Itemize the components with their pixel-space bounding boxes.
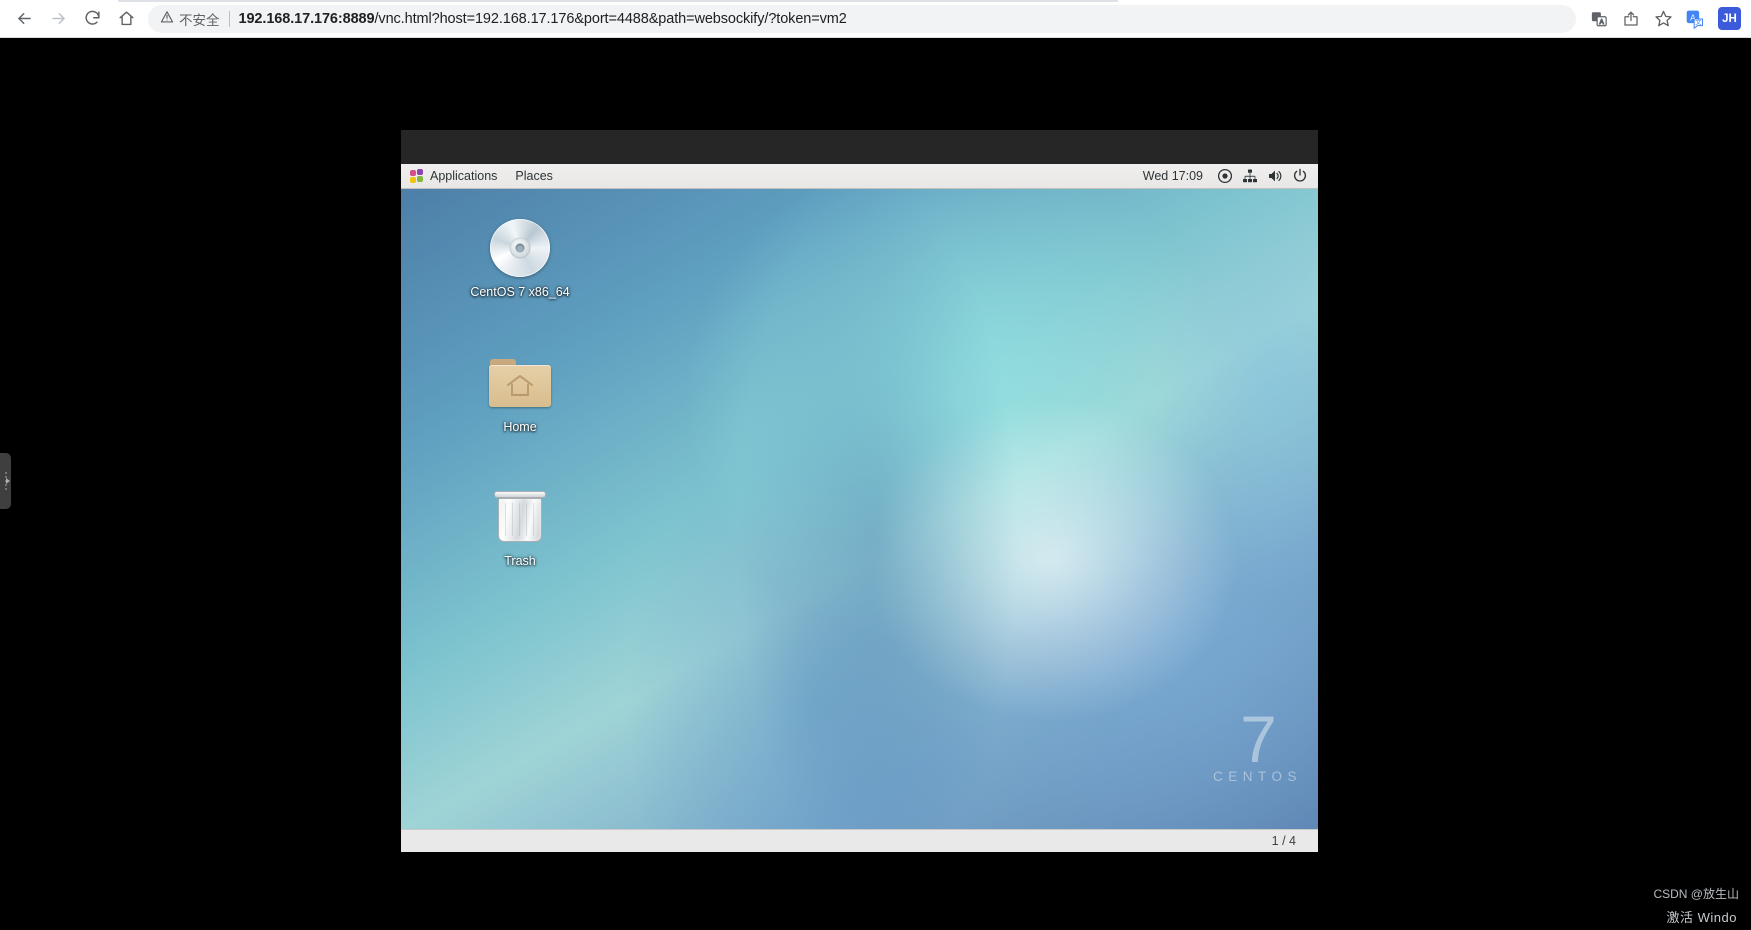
novnc-page: Applications Places Wed 17:09 7 CENTOS C… [0,38,1751,930]
gnome-applications-icon [410,169,424,183]
omnibox-divider [228,10,230,27]
network-icon[interactable] [1242,168,1258,184]
csdn-watermark: CSDN @放生山 [1653,887,1739,901]
forward-icon[interactable] [42,3,74,35]
back-icon[interactable] [8,3,40,35]
url-host: 192.168.17.176:8889 [238,10,375,27]
trash-can-icon [487,484,553,550]
home-folder-icon [487,350,553,416]
desktop-icon-trash[interactable]: Trash [468,484,572,568]
desktop-icon-home[interactable]: Home [468,350,572,434]
volume-icon[interactable] [1267,168,1283,184]
profile-avatar[interactable]: JH [1718,7,1741,30]
vnc-canvas[interactable]: Applications Places Wed 17:09 7 CENTOS C… [401,130,1318,852]
chevron-right-icon [6,478,10,484]
novnc-control-bar-handle[interactable] [0,453,11,509]
desktop-icon-label: Home [503,420,537,434]
cd-disc-icon [487,215,553,281]
centos-watermark-word: CENTOS [1212,769,1302,784]
svg-text:文: 文 [1695,17,1702,26]
home-icon[interactable] [110,3,142,35]
share-icon[interactable] [1616,4,1646,34]
gnome-top-panel: Applications Places Wed 17:09 [401,164,1318,189]
security-status[interactable]: 不安全 [160,9,220,29]
panel-status-area: Wed 17:09 [1143,164,1318,189]
translate-page-icon[interactable]: 文 A [1584,4,1614,34]
universal-access-icon[interactable] [1217,168,1233,184]
browser-toolbar: 不安全 192.168.17.176:8889/vnc.html?host=19… [0,0,1751,38]
centos-watermark: 7 CENTOS [1212,701,1302,784]
panel-left-group: Applications Places [401,164,562,189]
panel-clock[interactable]: Wed 17:09 [1143,169,1203,183]
svg-text:A: A [1600,18,1605,25]
applications-menu[interactable]: Applications [401,164,506,189]
tab-strip-stub[interactable] [118,0,1118,2]
translate-extension-icon[interactable]: A 文 [1680,4,1710,34]
windows-activation-watermark: 激活 Windo [1666,910,1737,925]
gnome-desktop[interactable]: 7 CENTOS CentOS 7 x86_64 Home Trash [401,189,1318,829]
address-bar[interactable]: 不安全 192.168.17.176:8889/vnc.html?host=19… [148,4,1576,33]
toolbar-right-actions: 文 A A 文 JH [1584,4,1751,34]
security-label: 不安全 [179,12,220,28]
warning-triangle-icon [160,10,174,27]
navigation-buttons [0,3,142,35]
url-path: /vnc.html?host=192.168.17.176&port=4488&… [374,10,847,27]
desktop-icon-label: Trash [504,554,536,568]
centos-watermark-number: 7 [1240,701,1277,776]
novnc-status-bar: 1 / 4 [401,829,1318,852]
places-menu[interactable]: Places [506,164,562,189]
desktop-icon-centos-media[interactable]: CentOS 7 x86_64 [468,215,572,299]
desktop-icon-label: CentOS 7 x86_64 [470,285,570,299]
power-icon[interactable] [1292,168,1308,184]
page-indicator: 1 / 4 [1271,834,1296,848]
applications-menu-label: Applications [430,169,498,183]
url-text[interactable]: 192.168.17.176:8889/vnc.html?host=192.16… [239,11,847,27]
reload-icon[interactable] [76,3,108,35]
places-menu-label: Places [515,169,553,183]
star-outline-icon[interactable] [1648,4,1678,34]
